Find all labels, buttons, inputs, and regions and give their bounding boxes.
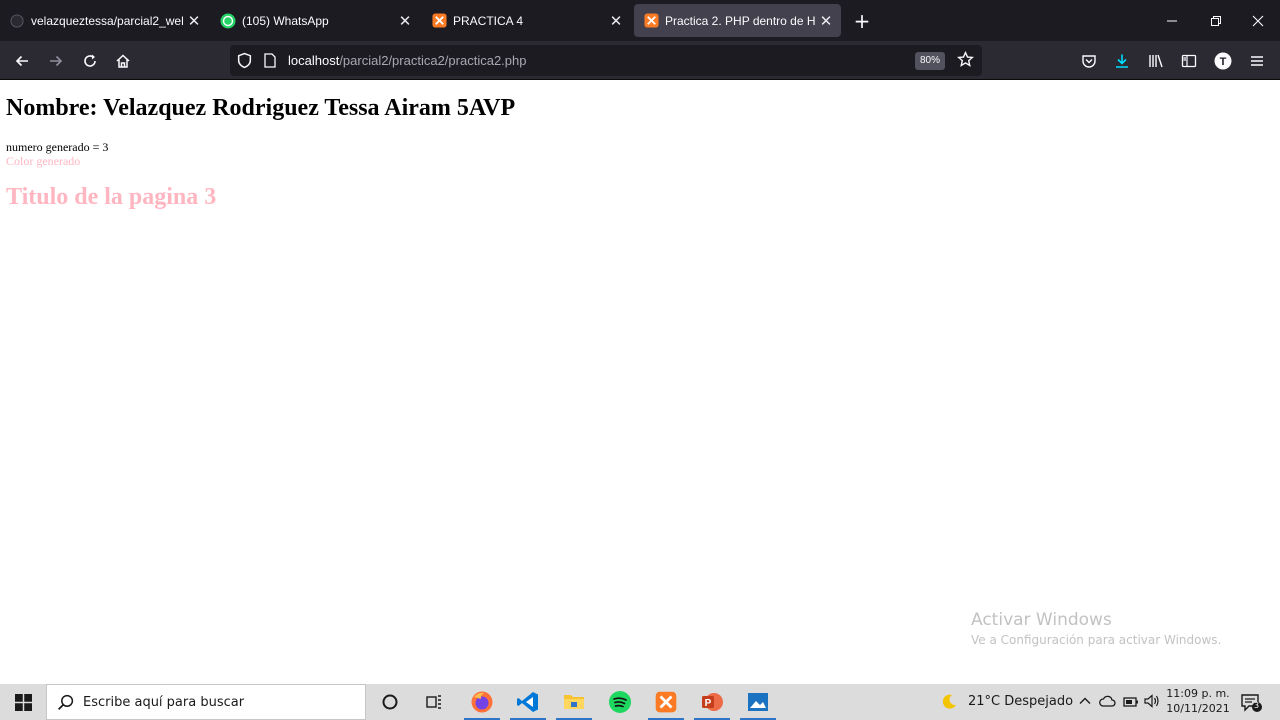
- xampp-icon: [643, 13, 659, 29]
- library-icon[interactable]: [1141, 46, 1171, 76]
- tab-title: PRACTICA 4: [453, 13, 524, 28]
- svg-text:T: T: [1220, 56, 1227, 68]
- page-title-heading: Titulo de la pagina 3: [6, 184, 217, 210]
- generated-color-text: Color generado: [6, 154, 81, 168]
- tab-close-button[interactable]: ✕: [394, 10, 416, 32]
- powerpoint-icon[interactable]: P: [690, 684, 734, 720]
- file-explorer-icon[interactable]: [552, 684, 596, 720]
- search-icon: [57, 694, 74, 715]
- restore-button[interactable]: [1194, 0, 1238, 41]
- spotify-icon[interactable]: [598, 684, 642, 720]
- tab-practica-4[interactable]: PRACTICA 4 ✕: [422, 4, 631, 37]
- watermark-subtitle: Ve a Configuración para activar Windows.: [971, 633, 1222, 647]
- github-icon: [9, 13, 25, 29]
- url-text[interactable]: localhost/parcial2/practica2/practica2.p…: [288, 53, 526, 68]
- clock-time: 11:09 p. m.: [1166, 687, 1230, 700]
- account-avatar-icon[interactable]: T: [1208, 46, 1238, 76]
- weather-text[interactable]: 21°C Despejado: [968, 694, 1073, 709]
- tab-practica-2[interactable]: Practica 2. PHP dentro de HTML ✕: [634, 4, 841, 37]
- sidebar-icon[interactable]: [1174, 46, 1204, 76]
- generated-number-text: numero generado = 3: [6, 140, 109, 154]
- svg-text:P: P: [705, 698, 712, 709]
- taskbar-search-box[interactable]: Escribe aquí para buscar: [46, 684, 366, 720]
- menu-icon[interactable]: [1242, 46, 1272, 76]
- photos-icon[interactable]: [736, 684, 780, 720]
- name-heading: Nombre: Velazquez Rodriguez Tessa Airam …: [6, 95, 516, 121]
- tab-strip: velazqueztessa/parcial2_web ✕ (105) What…: [0, 0, 1280, 41]
- minimize-button[interactable]: [1150, 0, 1194, 41]
- battery-icon[interactable]: [1123, 694, 1139, 713]
- back-button[interactable]: [7, 46, 37, 76]
- tab-whatsapp[interactable]: (105) WhatsApp ✕: [211, 4, 420, 37]
- tab-github[interactable]: velazqueztessa/parcial2_web ✕: [0, 4, 209, 37]
- reload-button[interactable]: [75, 46, 105, 76]
- notification-count: 3: [1254, 701, 1260, 710]
- tab-close-button[interactable]: ✕: [815, 10, 837, 32]
- tab-close-button[interactable]: ✕: [183, 10, 205, 32]
- taskbar-clock[interactable]: 11:09 p. m. 10/11/2021: [1160, 686, 1236, 716]
- watermark-title: Activar Windows: [971, 610, 1112, 630]
- xampp-icon[interactable]: [644, 684, 688, 720]
- tab-title: velazqueztessa/parcial2_web: [31, 13, 183, 28]
- pocket-icon[interactable]: [1074, 46, 1104, 76]
- vscode-icon[interactable]: [506, 684, 550, 720]
- start-button[interactable]: [0, 684, 46, 720]
- url-path: /parcial2/practica2/practica2.php: [339, 53, 527, 68]
- clock-date: 10/11/2021: [1166, 702, 1230, 715]
- windows-logo-icon: [14, 693, 32, 711]
- firefox-icon[interactable]: [460, 684, 504, 720]
- close-window-button[interactable]: [1236, 0, 1280, 41]
- downloads-icon[interactable]: [1107, 46, 1137, 76]
- bookmark-star-icon[interactable]: [957, 50, 974, 72]
- tab-close-button[interactable]: ✕: [605, 10, 627, 32]
- onedrive-cloud-icon[interactable]: [1099, 693, 1116, 712]
- xampp-icon: [431, 13, 447, 29]
- tab-title: (105) WhatsApp: [242, 13, 329, 28]
- home-button[interactable]: [108, 46, 138, 76]
- zoom-indicator[interactable]: 80%: [915, 52, 946, 70]
- page-info-icon[interactable]: [263, 53, 277, 72]
- tab-title: Practica 2. PHP dentro de HTML: [665, 13, 815, 28]
- page-content: Nombre: Velazquez Rodriguez Tessa Airam …: [0, 80, 1280, 684]
- chevron-up-icon[interactable]: [1078, 693, 1092, 712]
- cortana-icon[interactable]: [368, 684, 412, 720]
- address-bar[interactable]: localhost/parcial2/practica2/practica2.p…: [230, 45, 982, 76]
- task-view-icon[interactable]: [412, 684, 456, 720]
- search-placeholder: Escribe aquí para buscar: [83, 695, 245, 710]
- taskbar: Escribe aquí para buscar P 21°C Despejad…: [0, 684, 1280, 720]
- url-host: localhost: [288, 53, 340, 68]
- forward-button[interactable]: [41, 46, 71, 76]
- navigation-toolbar: localhost/parcial2/practica2/practica2.p…: [0, 41, 1280, 80]
- activate-windows-watermark: Activar Windows Ve a Configuración para …: [971, 610, 1221, 647]
- notifications-icon[interactable]: 3: [1240, 692, 1264, 718]
- new-tab-button[interactable]: +: [850, 9, 874, 33]
- volume-icon[interactable]: [1144, 693, 1161, 713]
- weather-moon-icon: [940, 693, 958, 715]
- whatsapp-icon: [220, 13, 236, 29]
- tracking-protection-icon[interactable]: [236, 52, 253, 73]
